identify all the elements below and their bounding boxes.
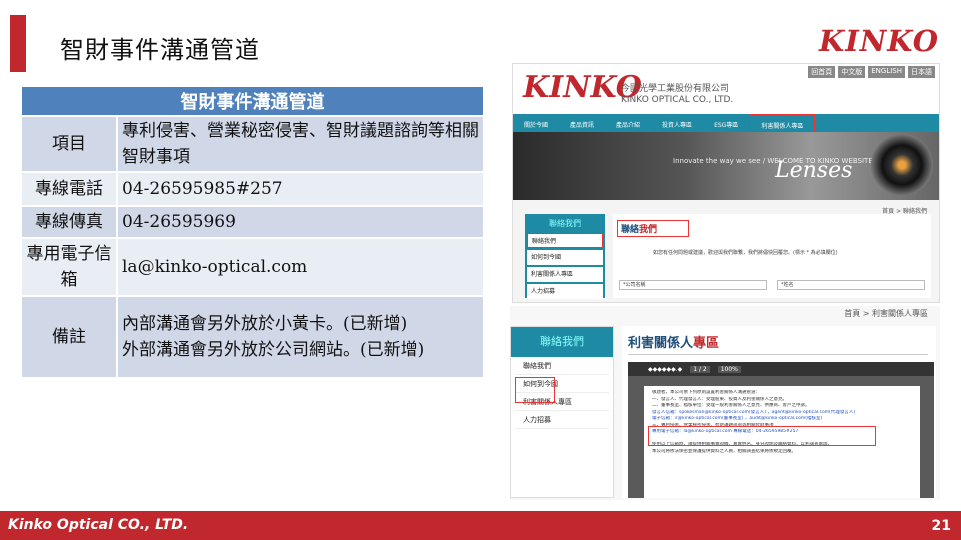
home-link[interactable]: 回首頁 <box>808 66 836 78</box>
content-title-part: 利害關係人 <box>628 336 694 351</box>
company-name-en: KINKO OPTICAL CO., LTD. <box>621 95 734 105</box>
lang-link-zh[interactable]: 中文版 <box>838 66 866 78</box>
contact-content: 聯絡我們 如您有任何問題或建議，歡迎與我們聯繫，我們將儘快回覆您。(標示 * 為… <box>613 214 931 298</box>
nav-item[interactable]: 投資人專區 <box>651 114 703 132</box>
pdf-filename: ◆◆◆◆◆◆.◆ <box>648 365 683 373</box>
table-row: 備註 內部溝通會另外放於小黃卡。(已新增) 外部溝通會另外放於公司網站。(已新增… <box>20 295 485 379</box>
table-row: 專用電子信箱 la@kinko-optical.com <box>20 237 485 297</box>
table-row: 專線電話 04-26595985#257 <box>20 171 485 207</box>
table-row: 專線傳真 04-26595969 <box>20 205 485 239</box>
table-row: 項目 專利侵害、營業秘密侵害、智財議題諮詢等相關智財事項 <box>20 115 485 173</box>
sidebar-item-contact[interactable]: 聯絡我們 <box>527 233 603 248</box>
content-note: 如您有任何問題或建議，歡迎與我們聯繫，我們將儘快回覆您。(標示 * 為必填欄位) <box>653 250 838 256</box>
breadcrumb: 首頁 > 利害關係人專區 <box>844 309 928 318</box>
row-label: 專線電話 <box>20 171 118 207</box>
pdf-page-indicator[interactable]: 1 / 2 <box>690 365 710 373</box>
row-label: 專線傳真 <box>20 205 118 239</box>
row-label: 備註 <box>20 295 118 379</box>
table-heading: 智財事件溝通管道 <box>20 85 485 117</box>
lang-link-en[interactable]: ENGLISH <box>868 66 905 78</box>
highlight-box <box>648 426 876 446</box>
title-accent-bar <box>10 15 26 72</box>
pdf-text-line: 本公司將依法保密並保護提供資料之人員，相關調查結果將依規定回覆。 <box>652 448 796 454</box>
highlight-box <box>515 377 555 403</box>
slide-title: 智財事件溝通管道 <box>60 36 260 64</box>
content-title: 利害關係人專區 <box>628 332 719 351</box>
remark-line: 內部溝通會另外放於小黃卡。(已新增) <box>122 314 408 334</box>
nav-item[interactable]: ESG專區 <box>703 114 749 132</box>
site-top-links: 回首頁 中文版 ENGLISH 日本語 <box>808 66 935 78</box>
divider <box>628 354 928 355</box>
pdf-zoom[interactable]: 100% <box>717 365 741 373</box>
sidebar-heading: 聯絡我們 <box>511 327 613 357</box>
sidebar-heading: 聯絡我們 <box>549 219 581 228</box>
name-field[interactable]: *姓名 <box>777 280 925 290</box>
remark-line: 外部溝通會另外放於公司網站。(已新增) <box>122 340 425 360</box>
nav-item[interactable]: 關於今國 <box>513 114 559 132</box>
footer-bar: Kinko Optical CO., LTD. 21 <box>0 511 961 540</box>
site-company: 今國光學工業股份有限公司 KINKO OPTICAL CO., LTD. <box>621 84 733 106</box>
site-nav: 關於今國 產品資訊 產品介紹 投資人專區 ESG專區 利害關係人專區 <box>513 114 939 132</box>
site-banner: Innovate the way we see / WELCOME TO KIN… <box>513 132 939 200</box>
content-title-part: 專區 <box>693 336 720 351</box>
row-label: 項目 <box>20 115 118 173</box>
nav-item[interactable]: 產品介紹 <box>605 114 651 132</box>
contact-form: *公司名稱 *姓名 <box>619 280 925 290</box>
stakeholder-content: 利害關係人專區 ◆◆◆◆◆◆.◆ 1 / 2 100% 敬啟者，本公司依下列原則… <box>622 326 936 498</box>
content-title-part: 我們 <box>639 225 658 235</box>
sidebar-item-careers[interactable]: 人力招募 <box>515 411 609 429</box>
sidebar-item-directions[interactable]: 如何到今國 <box>527 250 603 265</box>
contact-table: 智財事件溝通管道 項目 專利侵害、營業秘密侵害、智財議題諮詢等相關智財事項 專線… <box>20 85 485 379</box>
lang-link-jp[interactable]: 日本語 <box>908 66 935 78</box>
brand-logo: KINKO <box>819 24 939 58</box>
site-header: KINKO 今國光學工業股份有限公司 KINKO OPTICAL CO., LT… <box>513 64 939 114</box>
pdf-toolbar: ◆◆◆◆◆◆.◆ 1 / 2 100% <box>628 362 934 376</box>
page-number: 21 <box>931 518 951 534</box>
footer-company: Kinko Optical CO., LTD. <box>8 517 189 533</box>
nav-item-selected[interactable]: 利害關係人專區 <box>749 114 816 132</box>
company-name-cn: 今國光學工業股份有限公司 <box>621 84 730 94</box>
website-screenshot-stakeholders: 首頁 > 利害關係人專區 聯絡我們 聯絡我們 如何到今國 利害關係人專區 人力招… <box>510 306 940 500</box>
pdf-viewer[interactable]: 敬啟者，本公司依下列原則設置利害關係人溝通管道： 一、發言人、代理發言人：受理股… <box>628 376 934 498</box>
content-title-part: 聯絡 <box>621 225 640 235</box>
row-label: 專用電子信箱 <box>20 237 118 297</box>
site-sidebar: 聯絡我們 聯絡我們 如何到今國 利害關係人專區 人力招募 <box>525 214 605 299</box>
content-title: 聯絡我們 <box>617 220 689 237</box>
pdf-page: 敬啟者，本公司依下列原則設置利害關係人溝通管道： 一、發言人、代理發言人：受理股… <box>644 386 920 498</box>
row-value: 04-26595985#257 <box>116 171 485 207</box>
lens-image <box>871 134 933 196</box>
banner-text: Lenses <box>775 158 853 183</box>
row-value: 專利侵害、營業秘密侵害、智財議題諮詢等相關智財事項 <box>116 115 485 173</box>
website-screenshot-contact: KINKO 今國光學工業股份有限公司 KINKO OPTICAL CO., LT… <box>512 63 940 303</box>
row-value: la@kinko-optical.com <box>116 237 485 297</box>
site-sidebar: 聯絡我們 聯絡我們 如何到今國 利害關係人專區 人力招募 <box>510 326 614 498</box>
row-value: 內部溝通會另外放於小黃卡。(已新增) 外部溝通會另外放於公司網站。(已新增) <box>116 295 485 379</box>
sidebar-item-stakeholders[interactable]: 利害關係人專區 <box>527 267 603 282</box>
sidebar-item-careers[interactable]: 人力招募 <box>527 284 603 299</box>
sidebar-item-contact[interactable]: 聯絡我們 <box>515 357 609 375</box>
company-field[interactable]: *公司名稱 <box>619 280 767 290</box>
nav-item[interactable]: 產品資訊 <box>559 114 605 132</box>
row-value: 04-26595969 <box>116 205 485 239</box>
